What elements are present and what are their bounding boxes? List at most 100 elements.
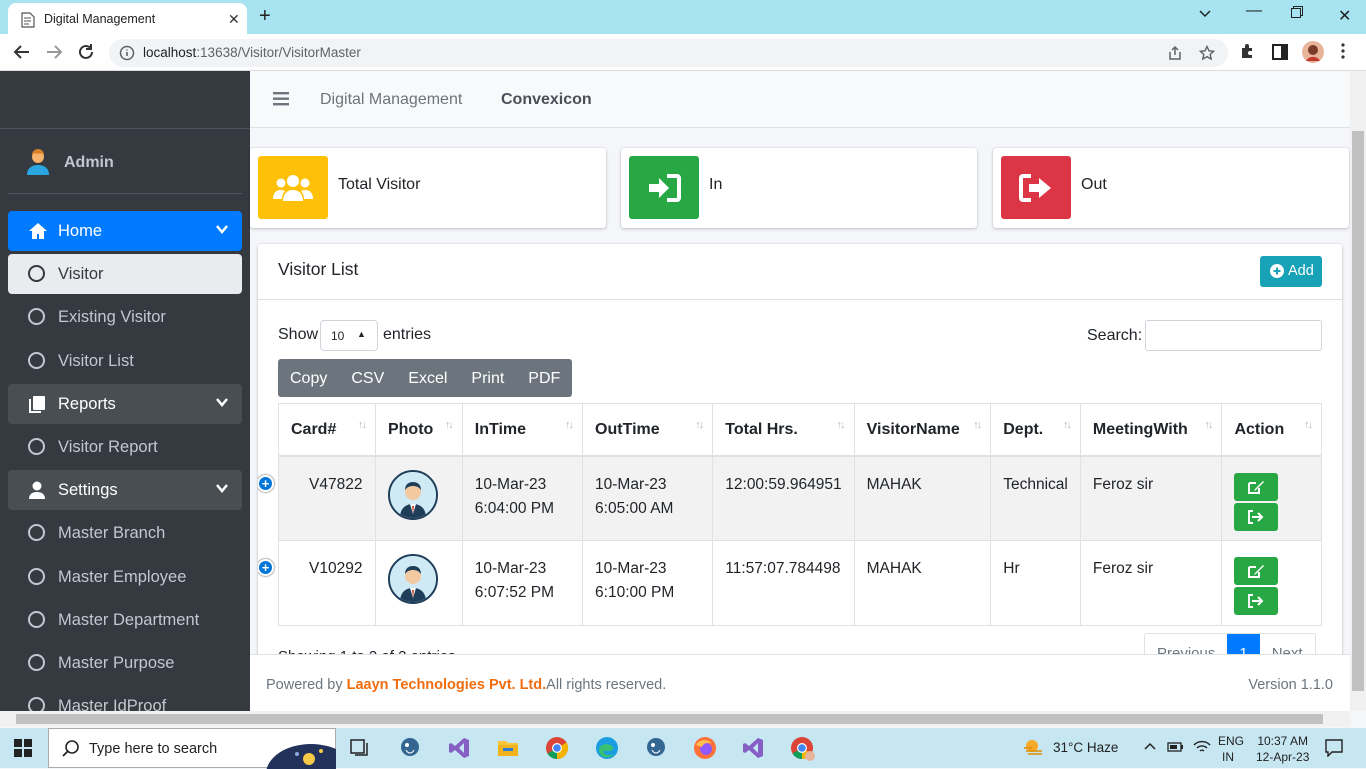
browser-tab[interactable]: Digital Management ✕ (8, 3, 247, 34)
battery-icon[interactable] (1167, 740, 1185, 754)
nav-existing-visitor[interactable]: Existing Visitor (8, 297, 242, 337)
side-panel-icon[interactable] (1272, 44, 1288, 60)
col-header-card[interactable]: Card# ↑↓ (278, 403, 376, 457)
checkout-button[interactable] (1234, 502, 1279, 531)
col-header-visitorname[interactable]: VisitorName ↑↓ (853, 403, 992, 457)
col-header-outtime[interactable]: OutTime ↑↓ (582, 403, 714, 457)
cell-intime: 10-Mar-23 6:04:00 PM (461, 455, 584, 541)
weather-text[interactable]: 31°C Haze (1053, 740, 1118, 755)
horizontal-scrollbar[interactable] (0, 711, 1350, 727)
chevron-up-icon[interactable] (1144, 742, 1156, 750)
weather-icon[interactable] (1022, 737, 1046, 757)
info-box-total: Total Visitor (250, 148, 606, 228)
nav-visitor[interactable]: Visitor (8, 254, 242, 294)
forward-icon[interactable] (45, 43, 63, 61)
browser-menu-icon[interactable] (1341, 43, 1345, 59)
show-label: Show (278, 326, 319, 343)
excel-button[interactable]: Excel (396, 359, 459, 397)
pgadmin-icon-2[interactable] (644, 736, 668, 760)
pgadmin-icon[interactable] (398, 736, 422, 760)
circle-icon (28, 438, 45, 455)
sidebar: Admin Home Visitor Existing Visitor Visi… (0, 71, 250, 711)
page-size-select[interactable]: 10 ▲ (320, 320, 378, 351)
profile-avatar[interactable] (1302, 41, 1324, 63)
windows-start-icon[interactable] (14, 739, 32, 757)
tab-search-icon[interactable] (1198, 6, 1212, 20)
nav-link-digital-management[interactable]: Digital Management (320, 91, 462, 109)
col-header-action[interactable]: Action ↑↓ (1221, 403, 1322, 457)
reload-icon[interactable] (77, 43, 95, 61)
search-input[interactable] (1145, 320, 1322, 351)
col-header-total-hrs[interactable]: Total Hrs. ↑↓ (712, 403, 855, 457)
visual-studio-icon[interactable] (447, 736, 471, 760)
expand-row-icon[interactable]: + (258, 559, 274, 576)
extensions-icon[interactable] (1240, 43, 1256, 59)
copy-button[interactable]: Copy (278, 359, 339, 397)
cell-action (1221, 540, 1322, 626)
nav-master-employee[interactable]: Master Employee (8, 557, 242, 597)
nav-master-idproof[interactable]: Master IdProof (8, 686, 242, 711)
new-tab-icon[interactable]: + (259, 5, 271, 28)
chrome-icon[interactable] (545, 736, 569, 760)
edit-button[interactable] (1234, 472, 1279, 501)
edge-icon[interactable] (595, 736, 619, 760)
language-indicator[interactable]: ENG IN (1218, 733, 1244, 765)
restore-icon[interactable] (1291, 6, 1303, 18)
cell-outtime: 10-Mar-23 6:05:00 AM (582, 455, 714, 541)
visual-studio-icon-2[interactable] (741, 736, 765, 760)
nav-master-branch[interactable]: Master Branch (8, 513, 242, 553)
notification-icon[interactable] (1325, 739, 1343, 757)
nav-master-department[interactable]: Master Department (8, 600, 242, 640)
info-box-in: In (621, 148, 977, 228)
clock[interactable]: 10:37 AM 12-Apr-23 (1256, 733, 1309, 765)
tab-close-icon[interactable]: ✕ (228, 11, 240, 28)
entries-label: entries (383, 326, 432, 343)
share-icon[interactable] (1167, 45, 1183, 61)
sort-icon: ↑↓ (836, 419, 846, 431)
cell-card: + V10292 (258, 540, 376, 626)
col-header-photo[interactable]: Photo ↑↓ (374, 403, 463, 457)
col-header-dept[interactable]: Dept. ↑↓ (990, 403, 1081, 457)
company-link[interactable]: Laayn Technologies Pvt. Ltd. (347, 677, 547, 693)
back-icon[interactable] (13, 43, 31, 61)
table-row: + V10292 10-Mar-23 6:07:52 PM 10-Mar-23 6:1… (258, 540, 1322, 626)
taskbar-search[interactable]: Type here to search (48, 728, 336, 769)
task-view-icon[interactable] (350, 739, 370, 757)
scroll-thumb[interactable] (16, 714, 1323, 724)
col-header-meetingwith[interactable]: MeetingWith ↑↓ (1079, 403, 1223, 457)
hamburger-menu-icon[interactable] (273, 92, 289, 106)
edit-button[interactable] (1234, 557, 1279, 585)
expand-row-icon[interactable]: + (258, 474, 274, 492)
nav-settings[interactable]: Settings (8, 470, 242, 510)
scroll-thumb[interactable] (1352, 131, 1364, 691)
bookmark-star-icon[interactable] (1199, 45, 1215, 61)
nav-home[interactable]: Home (8, 211, 242, 251)
file-explorer-icon[interactable] (496, 736, 520, 760)
pdf-button[interactable]: PDF (516, 359, 572, 397)
cell-dept: Hr (990, 540, 1081, 626)
address-bar[interactable]: localhost:13638/Visitor/VisitorMaster (109, 39, 1228, 67)
vertical-scrollbar[interactable] (1350, 71, 1366, 711)
nav-link-convexicon[interactable]: Convexicon (501, 91, 592, 109)
nav-label: Visitor List (58, 352, 134, 370)
csv-button[interactable]: CSV (339, 359, 396, 397)
print-button[interactable]: Print (459, 359, 516, 397)
nav-master-purpose[interactable]: Master Purpose (8, 643, 242, 683)
firefox-icon[interactable] (693, 736, 717, 760)
sidebar-user-panel[interactable]: Admin (0, 129, 250, 195)
checkout-button[interactable] (1234, 587, 1279, 615)
table-row: + V47822 10-Mar-23 6:04:00 PM 10-Mar-23 6:0… (258, 455, 1322, 541)
minimize-icon[interactable]: — (1246, 2, 1262, 20)
window-close-icon[interactable]: ✕ (1338, 6, 1351, 26)
add-button[interactable]: Add (1260, 256, 1322, 287)
nav-visitor-list[interactable]: Visitor List (8, 341, 242, 381)
nav-reports[interactable]: Reports (8, 384, 242, 424)
col-header-intime[interactable]: InTime ↑↓ (461, 403, 584, 457)
sidebar-brand (0, 71, 250, 129)
nav-label: Visitor (58, 265, 104, 283)
site-info-icon[interactable] (119, 45, 135, 61)
wifi-icon[interactable] (1193, 739, 1211, 755)
page-size-value: 10 (331, 329, 345, 343)
chrome-active-icon[interactable] (790, 736, 816, 762)
nav-visitor-report[interactable]: Visitor Report (8, 427, 242, 467)
